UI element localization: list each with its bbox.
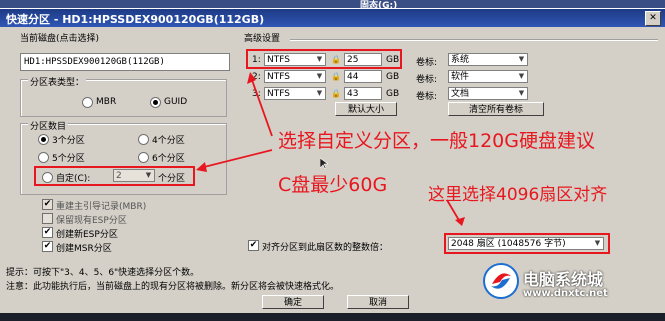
arrow-to-align — [446, 199, 461, 223]
arrowhead-custom — [196, 162, 207, 172]
mouse-cursor-icon — [320, 158, 328, 170]
taskbar — [0, 313, 665, 321]
arrow-to-row1 — [251, 79, 273, 137]
arrow-to-custom — [199, 149, 273, 169]
logo-icon — [483, 263, 519, 299]
watermark-url: www.dnxtc.net — [523, 288, 608, 299]
arrowhead-align — [455, 217, 465, 226]
screen: 固态(G:) 快速分区 - HD1:HPSSDEX900120GB(112GB)… — [0, 0, 665, 321]
watermark-name: 电脑系统城 — [523, 270, 604, 289]
arrowhead-row1 — [247, 72, 256, 84]
